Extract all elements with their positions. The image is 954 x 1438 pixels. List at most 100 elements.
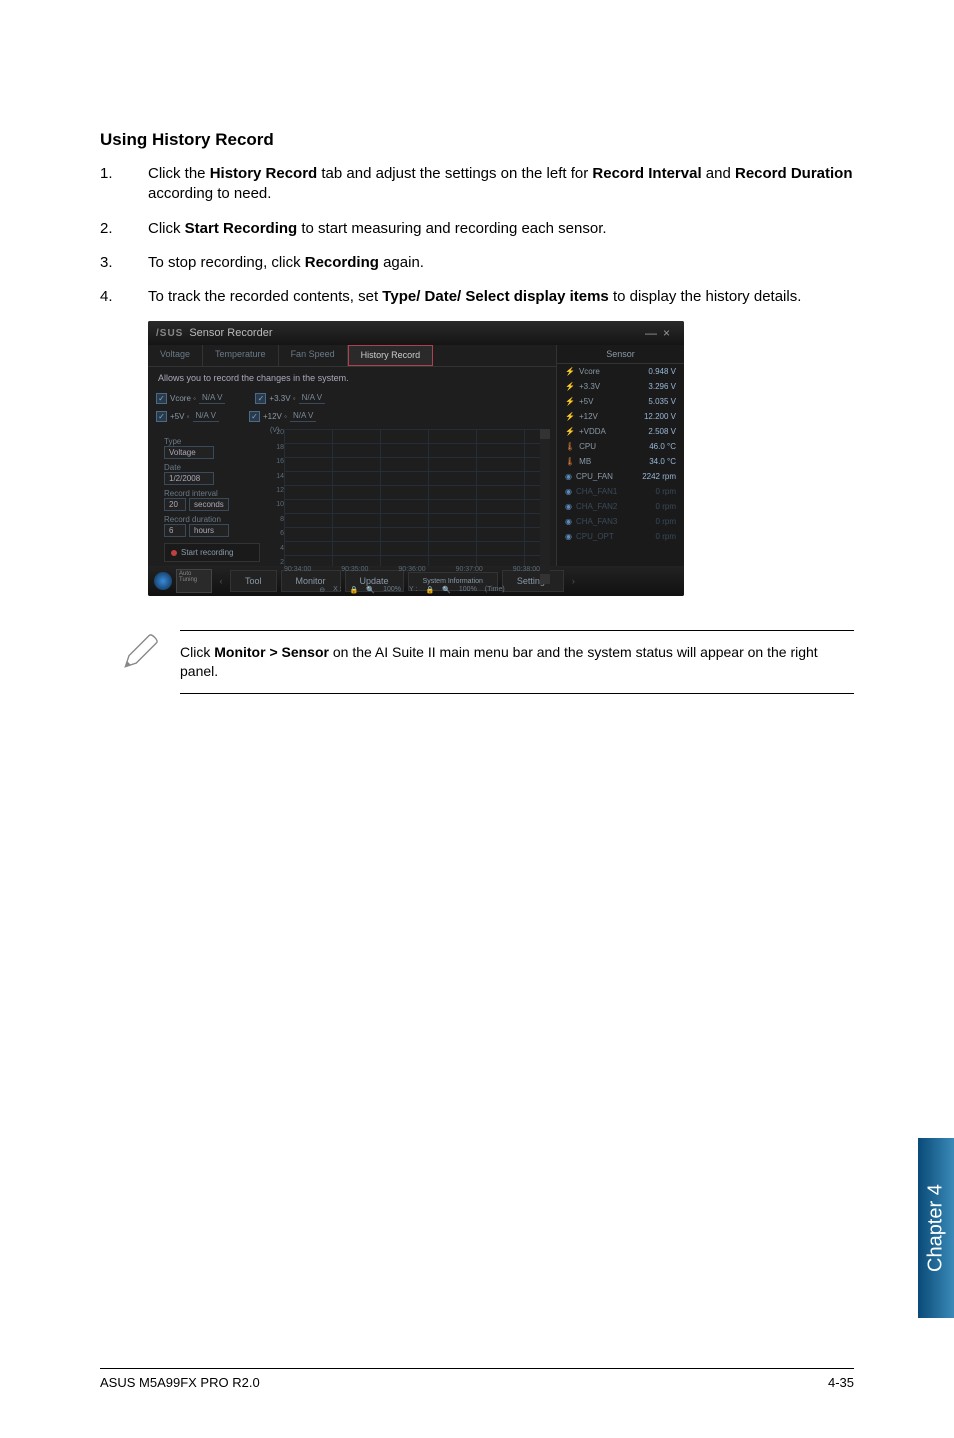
- t: +12V ◦: [263, 412, 287, 421]
- t: to display the history details.: [609, 288, 802, 305]
- interval-value[interactable]: 20: [164, 498, 186, 511]
- check-3v3[interactable]: ✓+3.3V ◦N/A V: [255, 392, 325, 404]
- tick: 90:36:00: [398, 566, 425, 584]
- check-vcore[interactable]: ✓Vcore ◦N/A V: [156, 392, 225, 404]
- tab-fan-speed[interactable]: Fan Speed: [279, 345, 348, 366]
- date-dropdown[interactable]: 1/2/2008: [164, 472, 214, 485]
- bolt-icon: ⚡: [565, 397, 575, 406]
- interval-unit[interactable]: seconds: [189, 498, 229, 511]
- tick: 90:34:00: [284, 566, 311, 584]
- check-12v[interactable]: ✓+12V ◦N/A V: [249, 410, 316, 422]
- t: +5V ◦: [170, 412, 190, 421]
- tab-voltage[interactable]: Voltage: [148, 345, 203, 366]
- sensor-row: ⚡+VDDA2.508 V: [557, 424, 684, 439]
- auto-tuning-button[interactable]: Auto Tuning: [176, 569, 212, 593]
- lock-icon[interactable]: 🔒: [350, 586, 359, 594]
- sensor-value: 0 rpm: [656, 502, 676, 511]
- sensor-name: CHA_FAN2: [576, 502, 617, 511]
- checkbox-icon[interactable]: ✓: [255, 393, 266, 404]
- date-label: Date: [164, 463, 260, 472]
- scroll-up-icon[interactable]: [540, 429, 550, 439]
- window-controls: —×: [645, 326, 676, 340]
- sensor-row: ⚡Vcore0.948 V: [557, 364, 684, 379]
- sensor-row: ◉CHA_FAN20 rpm: [557, 499, 684, 514]
- fan-icon: ◉: [565, 472, 572, 481]
- check-5v[interactable]: ✓+5V ◦N/A V: [156, 410, 219, 422]
- checkbox-icon[interactable]: ✓: [156, 411, 167, 422]
- lock-icon[interactable]: 🔒: [425, 586, 434, 594]
- duration-value[interactable]: 6: [164, 524, 186, 537]
- x-axis: 90:34:00 90:35:00 90:36:00 90:37:00 90:3…: [284, 566, 540, 584]
- t: History Record: [210, 165, 318, 182]
- t: Click: [148, 220, 185, 237]
- duration-unit[interactable]: hours: [189, 524, 229, 537]
- sensor-value: 12.200 V: [644, 412, 676, 421]
- record-icon: [171, 550, 177, 556]
- brand-logo: /SUS: [156, 328, 183, 339]
- search-icon[interactable]: 🔍: [366, 586, 375, 594]
- tick: 14: [270, 473, 284, 480]
- sensor-row: ◉CPU_OPT0 rpm: [557, 529, 684, 544]
- t: according to need.: [148, 185, 271, 202]
- zoom-out-icon[interactable]: ⊖: [319, 586, 325, 594]
- value: N/A V: [199, 392, 225, 404]
- sensor-name: +VDDA: [579, 427, 606, 436]
- note-block: Click Monitor > Sensor on the AI Suite I…: [100, 630, 854, 694]
- bolt-icon: ⚡: [565, 427, 575, 436]
- sensor-row: ⚡+5V5.035 V: [557, 394, 684, 409]
- window-title: Sensor Recorder: [189, 327, 272, 339]
- step-1: 1. Click the History Record tab and adju…: [100, 164, 854, 205]
- note-pencil-icon: [100, 630, 180, 674]
- t: Auto Tuning: [179, 571, 197, 583]
- step-3: 3. To stop recording, click Recording ag…: [100, 253, 854, 273]
- sensor-name: CHA_FAN1: [576, 487, 617, 496]
- search-icon[interactable]: 🔍: [442, 586, 451, 594]
- chapter-side-tab: Chapter 4: [918, 1138, 954, 1318]
- sensor-value: 34.0 °C: [649, 457, 676, 466]
- sensor-name: +3.3V: [579, 382, 600, 391]
- t: Y :: [409, 586, 417, 594]
- t: X :: [333, 586, 342, 594]
- bolt-icon: ⚡: [565, 412, 575, 421]
- type-dropdown[interactable]: Voltage: [164, 446, 214, 459]
- sensor-name: MB: [579, 457, 591, 466]
- record-interval-label: Record interval: [164, 489, 260, 498]
- sensor-value: 46.0 °C: [649, 442, 676, 451]
- t: 100%: [459, 586, 477, 594]
- fan-icon: ◉: [565, 517, 572, 526]
- scroll-down-icon[interactable]: [540, 574, 550, 584]
- sensor-row: ◉CHA_FAN30 rpm: [557, 514, 684, 529]
- titlebar: /SUS Sensor Recorder —×: [148, 321, 684, 345]
- sensor-value: 0 rpm: [656, 487, 676, 496]
- tick: 90:37:00: [456, 566, 483, 584]
- close-button[interactable]: ×: [663, 326, 676, 340]
- sensor-name: CPU_FAN: [576, 472, 613, 481]
- step-text: To stop recording, click Recording again…: [148, 253, 854, 273]
- checkbox-icon[interactable]: ✓: [249, 411, 260, 422]
- tick: 16: [270, 458, 284, 465]
- value: N/A V: [290, 410, 316, 422]
- start-recording-button[interactable]: Start recording: [164, 543, 260, 562]
- minimize-button[interactable]: —: [645, 326, 663, 340]
- note-text: Click Monitor > Sensor on the AI Suite I…: [180, 630, 854, 694]
- tab-history-record[interactable]: History Record: [348, 345, 434, 366]
- t: Record Interval: [592, 165, 701, 182]
- bolt-icon: ⚡: [565, 382, 575, 391]
- nav-right-icon[interactable]: ›: [568, 576, 578, 586]
- tick: 12: [270, 487, 284, 494]
- step-text: Click Start Recording to start measuring…: [148, 219, 854, 239]
- step-num: 4.: [100, 287, 148, 307]
- step-4: 4. To track the recorded contents, set T…: [100, 287, 854, 307]
- sensor-value: 5.035 V: [648, 397, 676, 406]
- t: Click the: [148, 165, 210, 182]
- footer-page-number: 4-35: [828, 1375, 854, 1390]
- tab-temperature[interactable]: Temperature: [203, 345, 279, 366]
- checkbox-icon[interactable]: ✓: [156, 393, 167, 404]
- t: To track the recorded contents, set: [148, 288, 382, 305]
- sensor-name: CPU_OPT: [576, 532, 614, 541]
- t: Start Recording: [185, 220, 298, 237]
- section-heading: Using History Record: [100, 130, 854, 150]
- sensor-name: Vcore: [579, 367, 600, 376]
- scrollbar[interactable]: [540, 429, 550, 584]
- step-text: To track the recorded contents, set Type…: [148, 287, 854, 307]
